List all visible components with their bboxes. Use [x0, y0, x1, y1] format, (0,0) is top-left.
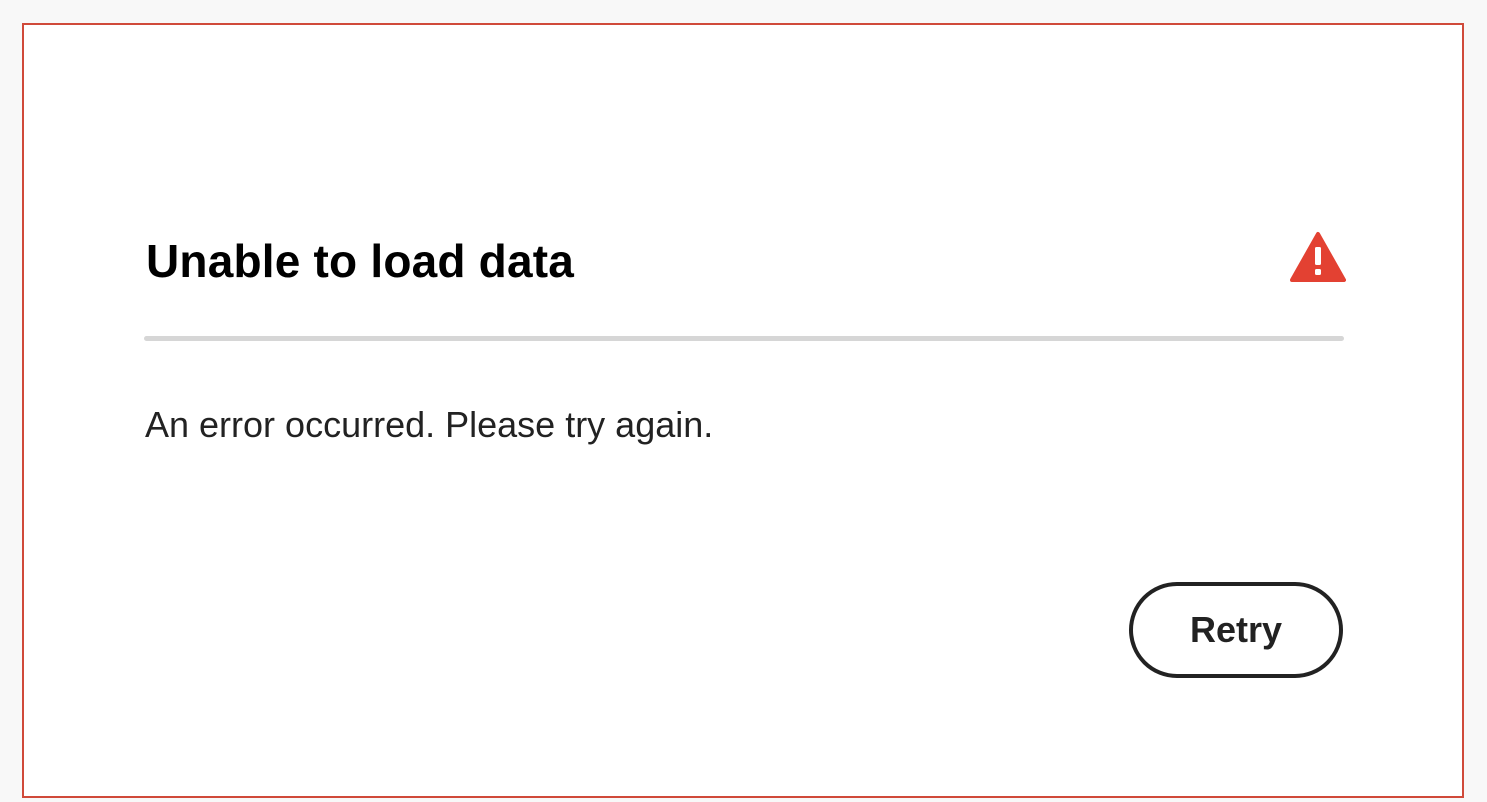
alert-icon	[1290, 231, 1346, 283]
error-message: An error occurred. Please try again.	[145, 404, 714, 445]
error-dialog: Unable to load data An error occurred. P…	[22, 23, 1464, 798]
dialog-title: Unable to load data	[146, 235, 575, 287]
retry-button[interactable]: Retry	[1129, 582, 1343, 678]
header-divider	[144, 336, 1344, 341]
